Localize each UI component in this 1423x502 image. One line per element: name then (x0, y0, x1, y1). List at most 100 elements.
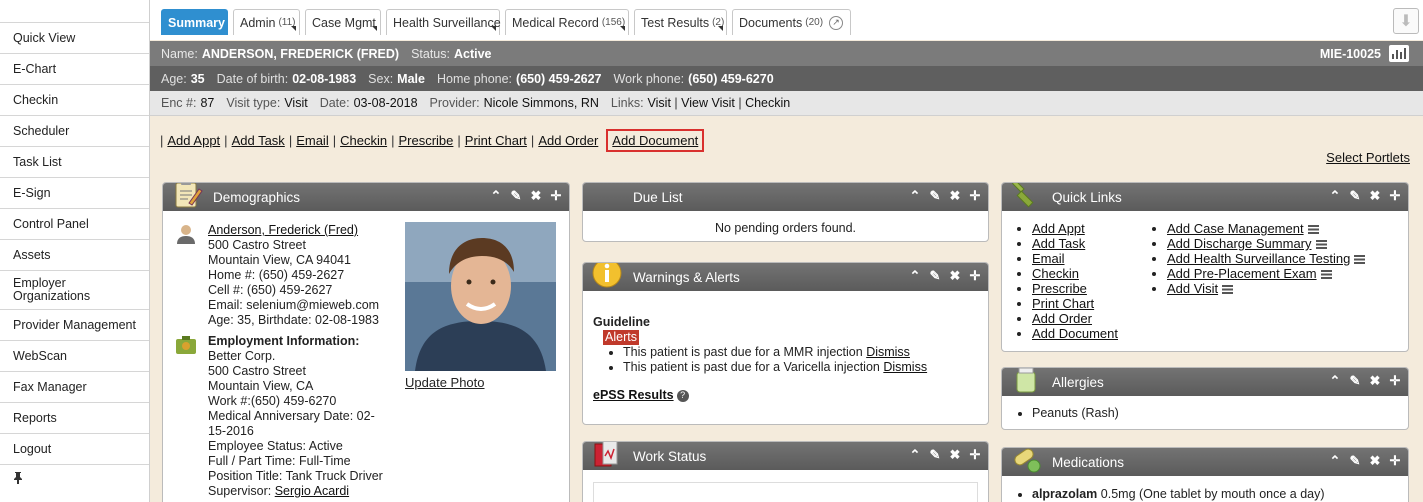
tab-medical-record[interactable]: Medical Record (156) (505, 9, 629, 35)
arrow-circle-icon[interactable]: ↗ (829, 15, 844, 30)
quick-link[interactable]: Add Case Management (1167, 221, 1304, 236)
collapse-icon[interactable]: ⌃ (1328, 188, 1342, 203)
edit-icon[interactable]: ✎ (1348, 188, 1362, 203)
edit-icon[interactable]: ✎ (928, 447, 942, 462)
move-icon[interactable]: ✛ (968, 268, 982, 283)
move-icon[interactable]: ✛ (549, 188, 563, 203)
list-icon[interactable] (1315, 240, 1327, 250)
sidebar-item-employer-organizations[interactable]: Employer Organizations (0, 271, 149, 310)
quick-link[interactable]: Prescribe (1032, 281, 1087, 296)
sidebar-item-scheduler[interactable]: Scheduler (0, 116, 149, 147)
checkin-link[interactable]: Checkin (340, 133, 387, 148)
quick-link[interactable]: Add Order (1032, 311, 1092, 326)
employment-title: Employment Information: (208, 334, 360, 348)
quick-link[interactable]: Add Pre-Placement Exam (1167, 266, 1317, 281)
quick-link[interactable]: Add Visit (1167, 281, 1218, 296)
select-portlets-link[interactable]: Select Portlets (1326, 150, 1410, 165)
close-icon[interactable]: ✖ (1368, 453, 1382, 468)
medications-header[interactable]: Medications ⌃ ✎ ✖ ✛ (1002, 448, 1408, 476)
tab-documents[interactable]: Documents (20) ↗ (732, 9, 851, 35)
quick-link[interactable]: Add Document (1032, 326, 1118, 341)
sidebar-item-control-panel[interactable]: Control Panel (0, 209, 149, 240)
sidebar-item-provider-management[interactable]: Provider Management (0, 310, 149, 341)
quick-link[interactable]: Add Discharge Summary (1167, 236, 1312, 251)
edit-icon[interactable]: ✎ (928, 268, 942, 283)
sidebar-item-webscan[interactable]: WebScan (0, 341, 149, 372)
edit-icon[interactable]: ✎ (509, 188, 523, 203)
edit-icon[interactable]: ✎ (1348, 373, 1362, 388)
tab-test-results[interactable]: Test Results (2) (634, 9, 727, 35)
sidebar-item-e-chart[interactable]: E-Chart (0, 54, 149, 85)
dropdown-caret-icon (372, 26, 377, 31)
quick-link[interactable]: Email (1032, 251, 1065, 266)
quick-link[interactable]: Add Task (1032, 236, 1085, 251)
quick-link[interactable]: Print Chart (1032, 296, 1094, 311)
close-icon[interactable]: ✖ (529, 188, 543, 203)
download-button[interactable]: ⬇ (1393, 8, 1419, 34)
tab-health-surveillance[interactable]: Health Surveillance (386, 9, 501, 35)
bar-chart-icon[interactable] (1389, 45, 1409, 62)
allergies-header[interactable]: Allergies ⌃ ✎ ✖ ✛ (1002, 368, 1408, 396)
add-order-link[interactable]: Add Order (538, 133, 598, 148)
list-icon[interactable] (1320, 270, 1332, 280)
tab-summary[interactable]: Summary (161, 9, 228, 35)
dismiss-link[interactable]: Dismiss (866, 345, 910, 359)
due-list-header[interactable]: Due List ⌃ ✎ ✖ ✛ (583, 183, 988, 211)
email-link[interactable]: Email (296, 133, 329, 148)
pin-icon[interactable] (0, 465, 149, 491)
epss-results-link[interactable]: ePSS Results (593, 388, 674, 403)
link-visit[interactable]: Visit (648, 96, 671, 110)
collapse-icon[interactable]: ⌃ (1328, 453, 1342, 468)
add-task-link[interactable]: Add Task (232, 133, 285, 148)
sidebar-item-assets[interactable]: Assets (0, 240, 149, 271)
list-icon[interactable] (1307, 225, 1319, 235)
sidebar-item-fax-manager[interactable]: Fax Manager (0, 372, 149, 403)
patient-name-link[interactable]: Anderson, Frederick (Fred) (208, 223, 358, 237)
list-icon[interactable] (1222, 285, 1234, 295)
prescribe-link[interactable]: Prescribe (398, 133, 453, 148)
sidebar-item-checkin[interactable]: Checkin (0, 85, 149, 116)
warnings-header[interactable]: Warnings & Alerts ⌃ ✎ ✖ ✛ (583, 263, 988, 291)
link-checkin[interactable]: Checkin (745, 96, 790, 110)
tab-admin[interactable]: Admin (11) (233, 9, 300, 35)
add-appt-link[interactable]: Add Appt (167, 133, 220, 148)
dismiss-link[interactable]: Dismiss (883, 360, 927, 374)
move-icon[interactable]: ✛ (1388, 453, 1402, 468)
sidebar-item-e-sign[interactable]: E-Sign (0, 178, 149, 209)
list-icon[interactable] (1354, 255, 1366, 265)
close-icon[interactable]: ✖ (948, 188, 962, 203)
collapse-icon[interactable]: ⌃ (908, 188, 922, 203)
sidebar-item-logout[interactable]: Logout (0, 434, 149, 465)
supervisor-link[interactable]: Sergio Acardi (275, 484, 349, 498)
collapse-icon[interactable]: ⌃ (1328, 373, 1342, 388)
link-view-visit[interactable]: View Visit (681, 96, 735, 110)
move-icon[interactable]: ✛ (968, 188, 982, 203)
collapse-icon[interactable]: ⌃ (489, 188, 503, 203)
move-icon[interactable]: ✛ (968, 447, 982, 462)
close-icon[interactable]: ✖ (948, 447, 962, 462)
sidebar-item-task-list[interactable]: Task List (0, 147, 149, 178)
collapse-icon[interactable]: ⌃ (908, 447, 922, 462)
edit-icon[interactable]: ✎ (928, 188, 942, 203)
work-status-header[interactable]: Work Status ⌃ ✎ ✖ ✛ (583, 442, 988, 470)
update-photo-link[interactable]: Update Photo (405, 375, 485, 390)
help-icon[interactable]: ? (676, 389, 689, 402)
demographics-header[interactable]: Demographics ⌃ ✎ ✖ ✛ (163, 183, 569, 211)
move-icon[interactable]: ✛ (1388, 188, 1402, 203)
collapse-icon[interactable]: ⌃ (908, 268, 922, 283)
sidebar-item-reports[interactable]: Reports (0, 403, 149, 434)
edit-icon[interactable]: ✎ (1348, 453, 1362, 468)
provider-label: Provider: (429, 96, 480, 110)
close-icon[interactable]: ✖ (1368, 188, 1382, 203)
quick-links-header[interactable]: Quick Links ⌃ ✎ ✖ ✛ (1002, 183, 1408, 211)
close-icon[interactable]: ✖ (948, 268, 962, 283)
close-icon[interactable]: ✖ (1368, 373, 1382, 388)
sidebar-item-quick-view[interactable]: Quick View (0, 23, 149, 54)
quick-link[interactable]: Checkin (1032, 266, 1079, 281)
quick-link[interactable]: Add Appt (1032, 221, 1085, 236)
print-chart-link[interactable]: Print Chart (465, 133, 527, 148)
move-icon[interactable]: ✛ (1388, 373, 1402, 388)
add-document-link[interactable]: Add Document (612, 133, 698, 148)
quick-link[interactable]: Add Health Surveillance Testing (1167, 251, 1350, 266)
tab-case-mgmt[interactable]: Case Mgmt (305, 9, 381, 35)
